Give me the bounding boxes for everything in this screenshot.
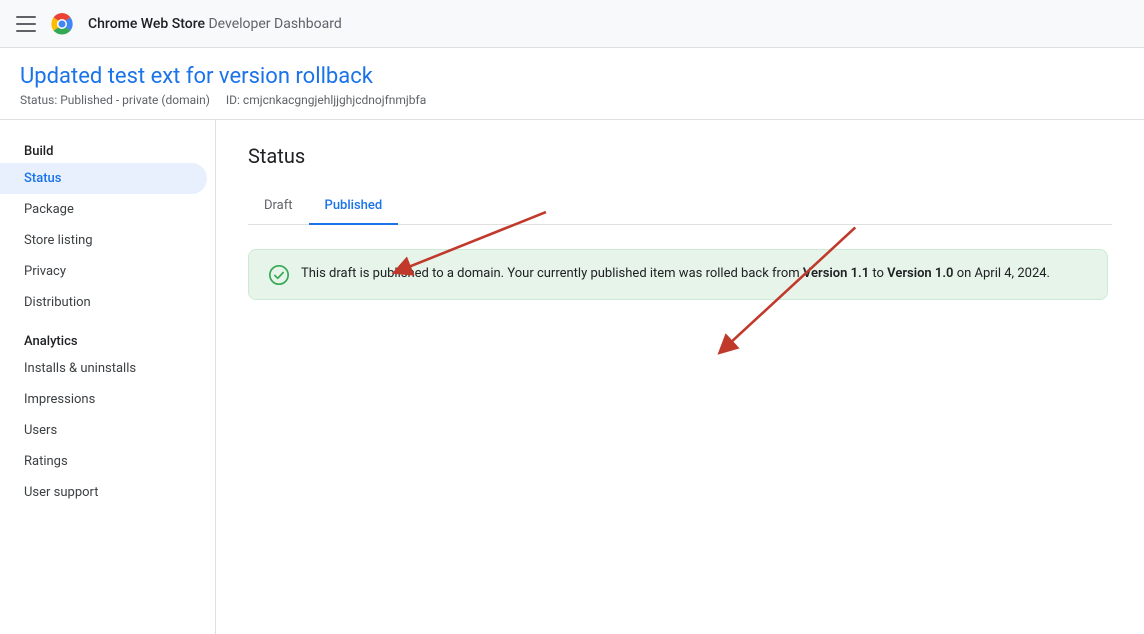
alert-box: This draft is published to a domain. You… <box>248 249 1108 300</box>
page-title: Updated test ext for version rollback <box>20 64 1124 89</box>
tabs: Draft Published <box>248 188 1112 225</box>
sidebar-item-installs[interactable]: Installs & uninstalls <box>0 353 207 384</box>
chrome-logo <box>48 10 76 38</box>
page-subtitle: Status: Published - private (domain) ID:… <box>20 93 1124 107</box>
sidebar-item-ratings[interactable]: Ratings <box>0 446 207 477</box>
success-icon <box>269 265 289 285</box>
sidebar-item-user-support[interactable]: User support <box>0 477 207 508</box>
status-label: Status: Published - private (domain) <box>20 93 210 107</box>
sidebar-item-privacy[interactable]: Privacy <box>0 256 207 287</box>
content-title: Status <box>248 144 1112 168</box>
sidebar-item-status[interactable]: Status <box>0 163 207 194</box>
page-header: Updated test ext for version rollback St… <box>0 48 1144 120</box>
menu-icon[interactable] <box>16 14 36 34</box>
sidebar-item-users[interactable]: Users <box>0 415 207 446</box>
sidebar-item-package[interactable]: Package <box>0 194 207 225</box>
content-area: Status Draft Published This draft is pub… <box>216 120 1144 634</box>
sidebar-build-label: Build <box>0 136 215 163</box>
sidebar-item-distribution[interactable]: Distribution <box>0 287 207 318</box>
topbar-title: Chrome Web Store Developer Dashboard <box>88 16 342 32</box>
sidebar-item-store-listing[interactable]: Store listing <box>0 225 207 256</box>
sidebar: Build Status Package Store listing Priva… <box>0 120 216 634</box>
tab-published[interactable]: Published <box>309 188 399 225</box>
alert-text: This draft is published to a domain. You… <box>301 264 1050 284</box>
tab-draft[interactable]: Draft <box>248 188 309 225</box>
sidebar-analytics-label: Analytics <box>0 326 215 353</box>
sidebar-item-impressions[interactable]: Impressions <box>0 384 207 415</box>
id-label: ID: cmjcnkacgngjehljjghjcdnojfnmjbfa <box>226 93 426 107</box>
topbar: Chrome Web Store Developer Dashboard <box>0 0 1144 48</box>
main-layout: Build Status Package Store listing Priva… <box>0 120 1144 634</box>
